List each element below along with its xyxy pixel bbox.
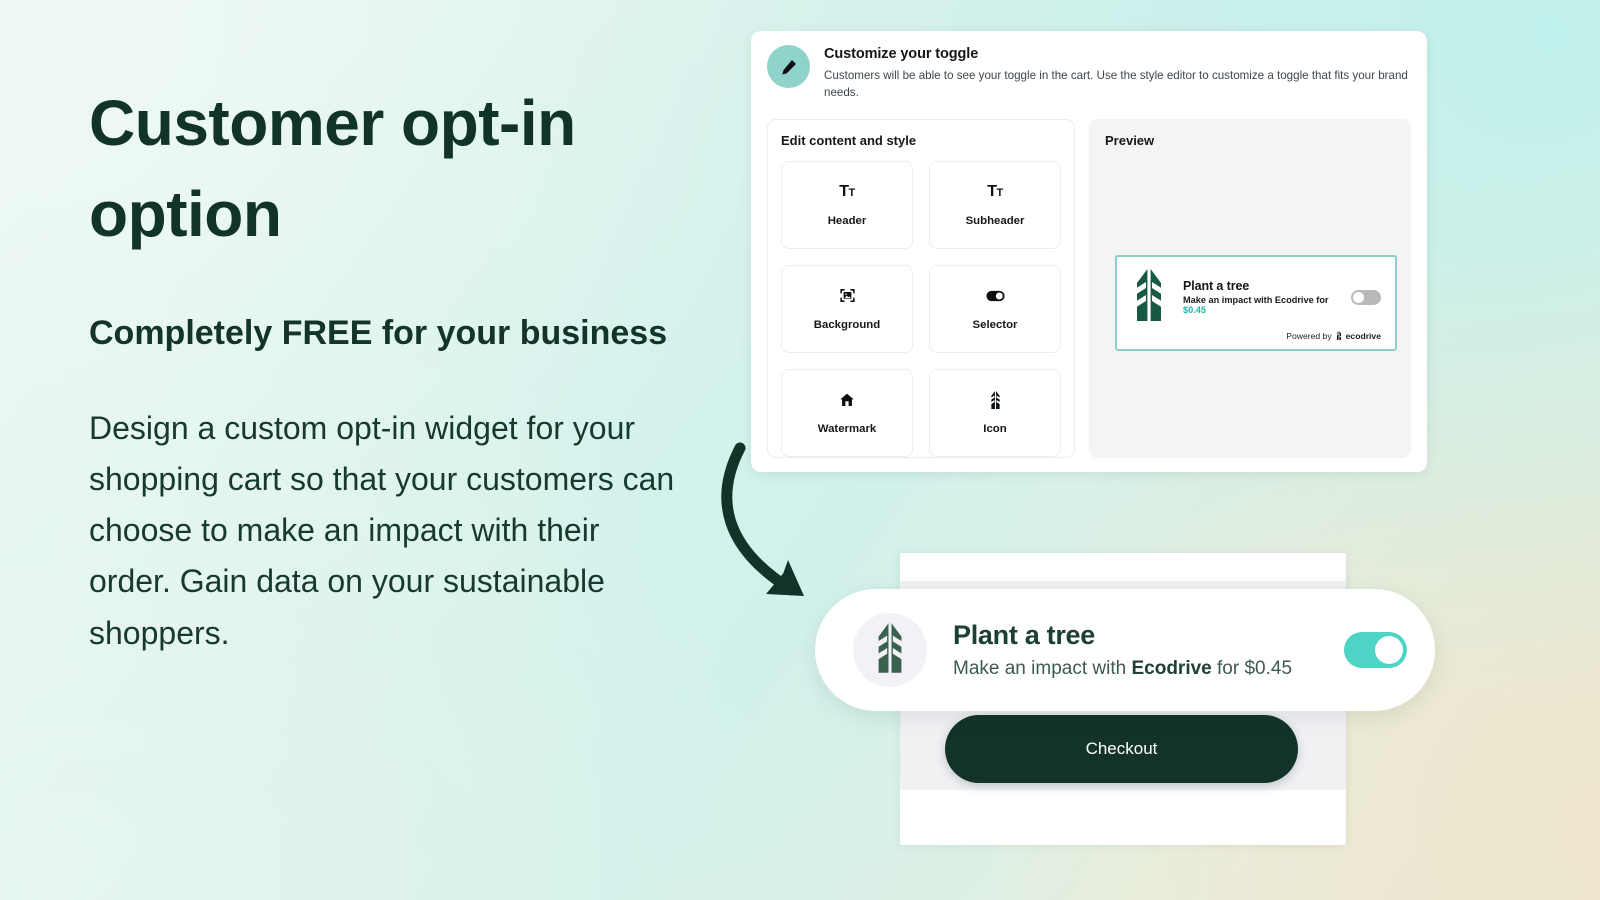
checkout-button[interactable]: Checkout — [945, 715, 1298, 783]
style-tile-icon[interactable]: Icon — [929, 368, 1061, 457]
pencil-icon — [767, 45, 810, 88]
preview-widget-toggle[interactable] — [1351, 289, 1381, 305]
hero-subheadline: Completely FREE for your business — [89, 313, 668, 352]
powered-by-label: Powered by — [1286, 331, 1332, 342]
panel-header: Customize your toggle Customers will be … — [751, 31, 1427, 102]
panel-description: Customers will be able to see your toggl… — [824, 69, 1408, 100]
cart-widget-title: Plant a tree — [953, 620, 1095, 650]
style-tile-subheader[interactable]: TT Subheader — [929, 160, 1061, 249]
toggle-knob — [1375, 636, 1403, 664]
ecodrive-brand-label: ecodrive — [1345, 331, 1381, 342]
style-tile-selector[interactable]: Selector — [929, 264, 1061, 353]
preview-price: $0.45 — [1183, 305, 1206, 316]
style-tile-label: Subheader — [965, 214, 1025, 227]
text-size-icon: TT — [839, 182, 855, 200]
cart-subtitle-before: Make an impact with — [953, 658, 1132, 679]
cart-widget-toggle[interactable] — [1344, 632, 1407, 668]
style-tile-grid: TT Header TT Subheader Background Select… — [781, 160, 1061, 457]
home-icon — [839, 391, 855, 409]
page-title: Customer opt-in option — [89, 87, 576, 250]
style-tile-label: Watermark — [817, 422, 877, 435]
ecodrive-logo-icon — [1335, 330, 1343, 342]
cart-widget-texts: Plant a tree Make an impact with Ecodriv… — [953, 620, 1318, 680]
cart-subtitle-after: for $0.45 — [1211, 658, 1293, 679]
edit-card-title: Edit content and style — [781, 132, 917, 148]
panel-body: Edit content and style TT Header TT Subh… — [751, 102, 1427, 458]
customize-toggle-panel: Customize your toggle Customers will be … — [751, 31, 1427, 472]
preview-title: Preview — [1105, 132, 1155, 148]
toggle-knob — [1353, 291, 1364, 303]
style-tile-label: Background — [813, 318, 881, 331]
cart-widget-subtitle: Make an impact with Ecodrive for $0.45 — [953, 658, 1318, 680]
hero-text-column: Customer opt-in option Completely FREE f… — [89, 78, 689, 659]
edit-content-and-style-card: Edit content and style TT Header TT Subh… — [767, 118, 1075, 458]
style-tile-background[interactable]: Background — [781, 264, 913, 353]
preview-card: Preview Plant a tree Make an impact with… — [1089, 118, 1411, 458]
style-tile-header[interactable]: TT Header — [781, 160, 913, 249]
preview-widget-title: Plant a tree — [1183, 279, 1250, 294]
preview-powered-by: Powered by ecodrive — [1129, 330, 1381, 342]
style-tile-label: Selector — [972, 318, 1018, 331]
text-size-small-icon: TT — [987, 182, 1003, 200]
preview-toggle-widget: Plant a tree Make an impact with Ecodriv… — [1115, 254, 1397, 351]
preview-subtitle-text: Make an impact with Ecodrive for — [1183, 295, 1329, 306]
preview-tree-icon — [1129, 268, 1169, 326]
image-frame-icon — [839, 287, 856, 305]
cart-optin-widget: Plant a tree Make an impact with Ecodriv… — [815, 589, 1435, 711]
cart-widget-icon-circle — [853, 613, 927, 687]
tree-icon — [988, 390, 1003, 409]
style-tile-label: Icon — [983, 422, 1007, 435]
panel-title: Customize your toggle — [824, 46, 979, 62]
hero-body-text: Design a custom opt-in widget for your s… — [89, 409, 675, 651]
cart-subtitle-brand: Ecodrive — [1131, 658, 1212, 679]
tree-icon — [871, 622, 909, 678]
style-tile-watermark[interactable]: Watermark — [781, 368, 913, 457]
toggle-icon — [985, 287, 1005, 305]
style-tile-label: Header — [827, 214, 867, 227]
preview-widget-subtitle: Make an impact with Ecodrive for $0.45 — [1183, 295, 1337, 315]
